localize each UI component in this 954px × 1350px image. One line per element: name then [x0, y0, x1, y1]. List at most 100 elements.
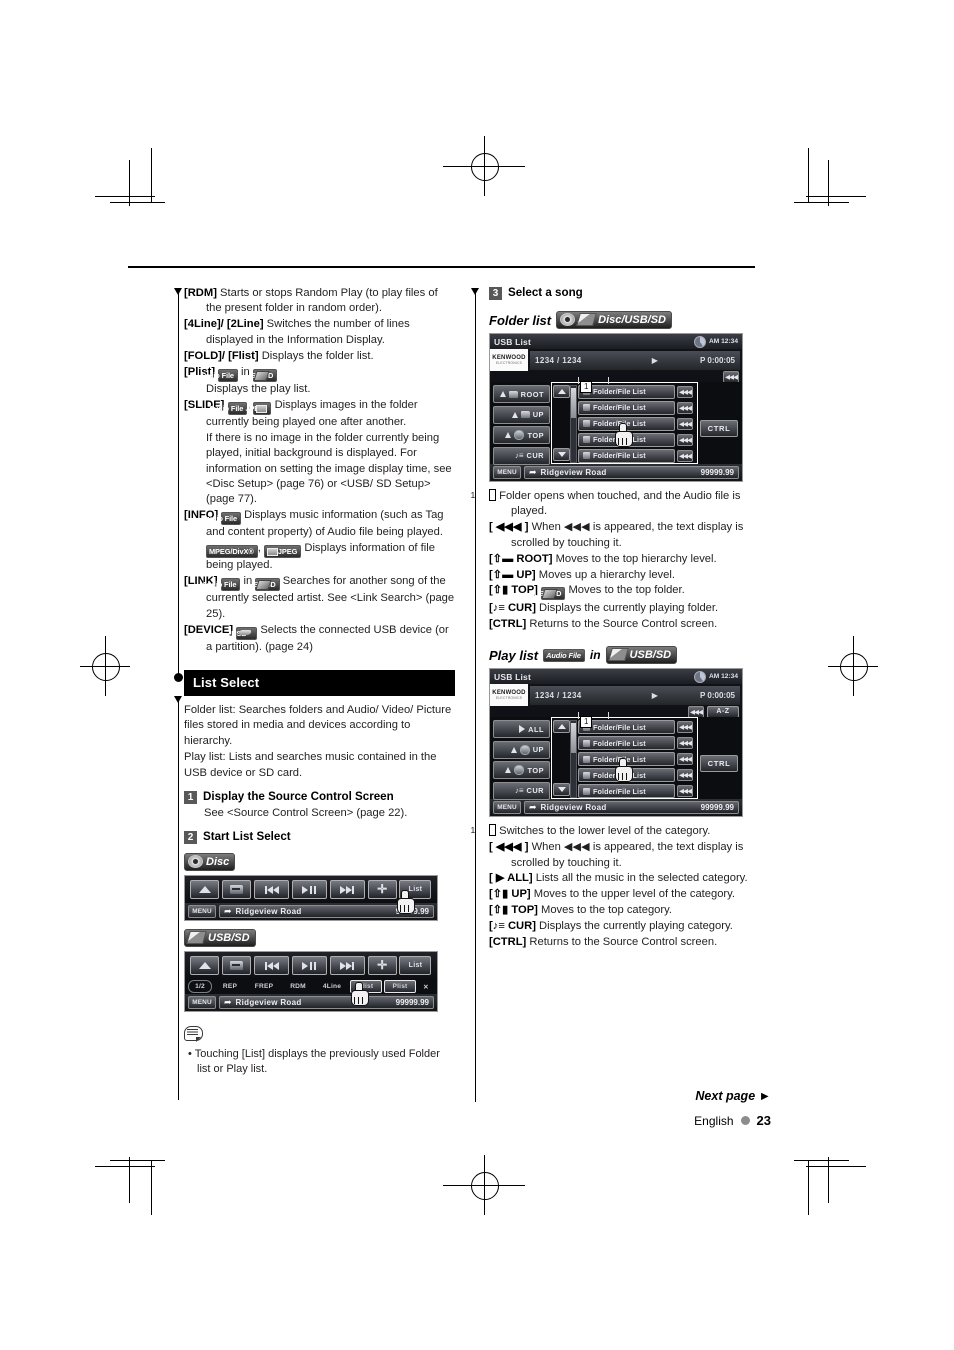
crop-mark-top-right-v: [808, 148, 810, 203]
play-pause-button[interactable]: [291, 880, 327, 900]
up-arrow-icon: [510, 746, 517, 753]
menu-button[interactable]: MENU: [493, 466, 521, 479]
music-note-icon: ♪≡: [514, 785, 524, 795]
note-block: • Touching [List] displays the previousl…: [184, 1026, 455, 1077]
brand-subtitle: ELECTRONICS: [495, 361, 523, 365]
step-3: 3 Select a song: [489, 286, 760, 300]
registration-mark-right: [828, 636, 878, 696]
crop-mark-bottom-left-v: [151, 1160, 153, 1215]
track-title: Ridgeview Road: [540, 803, 607, 813]
screen-title-bar: USB List AM 12:34: [490, 334, 742, 349]
device-icon: [514, 430, 525, 440]
eject-button[interactable]: [190, 956, 220, 976]
top-button-label: TOP: [527, 430, 544, 440]
prev-track-button[interactable]: [254, 880, 290, 900]
definition-device: [DEVICE] USB Selects the connected USB d…: [184, 623, 455, 655]
list-button[interactable]: List: [399, 956, 432, 976]
definition-text: If there is no image in the folder curre…: [206, 431, 452, 506]
mode-button-rdm[interactable]: RDM: [282, 980, 314, 993]
left-column-flow-line-2: [178, 700, 179, 1100]
step-title: Display the Source Control Screen: [203, 789, 394, 803]
mode-button-page[interactable]: 1/2: [188, 980, 212, 994]
cur-button[interactable]: ♪≡ CUR: [493, 446, 550, 465]
mode-button-close[interactable]: ✕: [418, 980, 434, 993]
folderlist-definition-ctrl: [CTRL] Returns to the Source Control scr…: [489, 617, 760, 632]
callout-number: 1: [471, 489, 496, 501]
definition-4line-2line: [4Line]/ [2Line] Switches the number of …: [184, 317, 455, 348]
up-button[interactable]: UP: [493, 740, 550, 759]
up-button[interactable]: UP: [493, 405, 550, 424]
track-title: Ridgeview Road: [235, 907, 302, 917]
disc-usb-sd-chip-label: Disc/USB/SD: [598, 313, 666, 326]
prev-track-icon: [264, 885, 279, 894]
mode-button-plist[interactable]: Plist: [384, 980, 416, 994]
up-button-label: UP: [532, 410, 544, 419]
folder-up-button[interactable]: ✛: [367, 880, 397, 900]
right-column-flow-arrow: [471, 288, 479, 295]
mode-button-frep[interactable]: FREP: [248, 980, 280, 993]
mode-button-rep[interactable]: REP: [214, 980, 246, 993]
next-track-button[interactable]: [329, 956, 365, 976]
track-counter: 1234 / 1234: [535, 691, 582, 701]
definition-text: When ◀◀◀ is appeared, the text display i…: [511, 841, 744, 869]
definition-mpeg-jpeg: MPEG/DivX®, JPEG Displays information of…: [206, 542, 435, 572]
text-scroll-button[interactable]: ◀◀◀: [688, 705, 704, 718]
prev-track-button[interactable]: [254, 956, 290, 976]
definition-key: [⇧▬ ROOT]: [489, 552, 553, 565]
folder-list-heading-label: Folder list: [489, 312, 552, 328]
clock-dial-icon: [694, 335, 707, 348]
usbsd-now-playing[interactable]: ➦ Ridgeview Road 99999.99: [219, 996, 434, 1010]
cur-button[interactable]: ♪≡ CUR: [493, 781, 550, 800]
ctrl-button-label: CTRL: [707, 424, 731, 433]
top-button[interactable]: TOP: [493, 761, 550, 780]
now-playing-bar[interactable]: ➦ Ridgeview Road 99999.99: [524, 801, 739, 815]
hand-cursor-icon: [614, 423, 634, 447]
registration-mark-bottom: [443, 1155, 525, 1215]
language-label: English: [694, 1113, 734, 1128]
folder-down-button[interactable]: [222, 956, 252, 976]
step-number: 1: [184, 790, 197, 804]
folder-down-button[interactable]: [222, 880, 252, 900]
menu-button[interactable]: MENU: [493, 801, 521, 815]
menu-button[interactable]: MENU: [188, 905, 216, 919]
footer-dot-icon: [740, 1116, 750, 1125]
step-1-body: See <Source Control Screen> (page 22).: [204, 806, 408, 819]
note-bubble-icon: [184, 1026, 206, 1044]
ctrl-button[interactable]: CTRL: [700, 420, 738, 437]
next-page-link[interactable]: Next page ►: [695, 1089, 771, 1103]
up-arrow-icon: [505, 767, 512, 774]
root-button[interactable]: ROOT: [493, 385, 550, 403]
folder-up-button[interactable]: ✛: [367, 956, 397, 976]
definition-key: [ ◀◀◀ ]: [489, 841, 529, 854]
bracket-tick: [578, 712, 579, 720]
next-track-button[interactable]: [329, 880, 365, 900]
definition-key: [⇧▮ UP]: [489, 888, 531, 901]
definition-info: [INFO] Audio File Displays music informa…: [184, 508, 455, 540]
up-arrow-icon: [505, 432, 512, 438]
text-scroll-button[interactable]: ◀◀◀: [723, 370, 739, 383]
definition-key: [⇧▬ UP]: [489, 568, 536, 581]
definition-key: [♪≡ CUR]: [489, 920, 536, 933]
menu-button[interactable]: MENU: [188, 996, 216, 1010]
play-list-heading: Play list Audio File in USB/SD: [489, 646, 760, 665]
play-pause-button[interactable]: [291, 956, 327, 976]
disc-figure-heading: Disc: [184, 853, 455, 872]
now-playing-bar[interactable]: ➦ Ridgeview Road 99999.99: [524, 466, 739, 479]
usb-sd-badge-icon: USB/SD: [534, 587, 566, 601]
all-button[interactable]: ALL: [493, 720, 550, 739]
usb-sd-badge-icon: USB/SD: [246, 368, 278, 382]
left-column: [RDM] Starts or stops Random Play (to pl…: [184, 286, 455, 1077]
usb-sd-icon: [186, 931, 207, 945]
callout-number: 1: [471, 824, 496, 837]
a-z-button[interactable]: A-Z: [707, 705, 739, 718]
clock-indicator: AM 12:34: [694, 335, 738, 348]
eject-button[interactable]: [190, 880, 220, 900]
mode-button-4line[interactable]: 4Line: [316, 980, 348, 993]
up-arrow-icon: [499, 391, 506, 397]
ctrl-button[interactable]: CTRL: [700, 755, 738, 773]
disc-icon: [560, 313, 576, 326]
step-title: Select a song: [508, 286, 583, 299]
definition-slide: [SLIDE] Audio File, JPEG Displays images…: [184, 398, 455, 430]
usbsd-chip: USB/SD: [605, 646, 678, 665]
top-button[interactable]: TOP: [493, 426, 550, 444]
